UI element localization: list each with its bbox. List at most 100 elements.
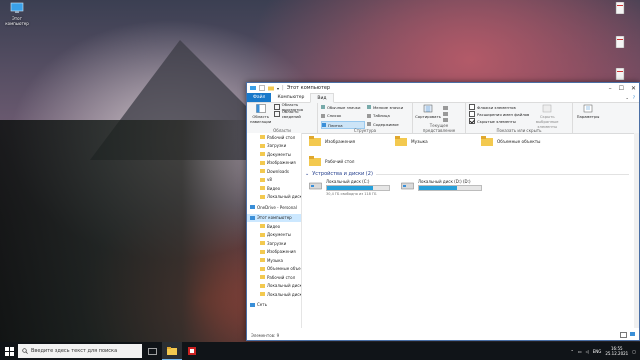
desktop-icon-file-2[interactable] [608,35,632,50]
options-button[interactable]: Параметры [576,104,600,132]
layout-details[interactable]: Таблица [367,113,411,119]
layout-content-label: Содержимое [373,121,399,127]
nav-item[interactable]: Документы [247,231,301,240]
start-button[interactable] [0,342,18,360]
minimize-icon[interactable]: – [609,85,612,92]
folder-item[interactable]: Изображения [309,133,395,149]
nav-item[interactable]: Документы [247,150,301,159]
nav-item[interactable]: Загрузки [247,239,301,248]
folder-icon [481,136,493,146]
nav-item[interactable]: Объемные объекты [247,265,301,274]
nav-folder-icon [250,302,255,307]
nav-folder-icon [260,186,265,191]
current-view-group-label: Текущее представление [422,123,456,133]
hidden-items-toggle[interactable]: Скрытые элементы [469,118,529,124]
nav-item[interactable]: Локальный диск (C [247,282,301,291]
tab-file[interactable]: Файл [247,93,272,102]
language-indicator[interactable]: ENG [593,349,602,354]
group-by-icon[interactable] [443,106,448,110]
devices-section-header[interactable]: ⌄ Устройства и диски (2) [305,171,639,177]
chevron-down-icon[interactable]: ⌄ [305,171,309,177]
nav-item[interactable]: Сеть [247,301,301,310]
task-view-button[interactable] [142,342,162,360]
nav-item[interactable]: OneDrive - Personal [247,203,301,212]
item-checkboxes-toggle[interactable]: Флажки элементов [469,104,529,110]
nav-folder-icon [260,283,265,288]
large-icons-view-icon[interactable] [630,332,635,336]
file-extensions-checkbox[interactable] [469,111,475,117]
item-checkboxes-checkbox[interactable] [469,104,475,110]
taskbar-search[interactable]: Введите здесь текст для поиска [18,344,142,358]
help-icon[interactable]: ? [633,95,635,100]
nav-folder-icon [260,152,265,157]
volume-icon[interactable]: ◁ [586,349,589,354]
properties-icon[interactable] [259,85,265,91]
nav-item[interactable]: Локальный диск (D [247,193,301,202]
nav-item-label: Рабочий стол [267,274,296,280]
scrollbar[interactable] [634,133,639,328]
nav-item[interactable]: Локальный диск (D [247,290,301,299]
quick-access-chevron-icon[interactable]: ▾ [277,86,279,91]
nav-item[interactable]: Рабочий стол [247,133,301,142]
taskbar-app[interactable] [182,342,202,360]
notifications-icon[interactable]: ▢ [632,349,636,354]
close-icon[interactable]: ✕ [631,85,636,92]
status-bar: Элементов: 9 [247,330,639,340]
folder-item[interactable]: Рабочий стол [309,153,395,169]
network-icon[interactable]: ▭ [578,349,582,354]
nav-item-label: Локальный диск (D [267,291,302,297]
folder-item[interactable]: Объемные объекты [481,133,567,149]
desktop-icon-file[interactable] [608,1,632,16]
details-pane-button[interactable]: Область сведений [274,109,314,119]
drive-item[interactable]: Локальный диск (D:) (D:) [401,179,482,196]
nav-item[interactable]: Изображения [247,248,301,257]
layout-details-icon [367,113,371,118]
details-view-icon[interactable] [620,332,627,338]
collapse-ribbon-icon[interactable]: ⌄ [626,95,629,100]
content-area: Изображения Музыка Объемные объекты Рабочий… [303,133,639,328]
nav-item-label: Downloads [267,168,289,174]
nav-item-label: Рабочий стол [267,134,296,140]
clock-date: 25.12.2021 [605,351,629,356]
nav-item[interactable]: v8 [247,176,301,185]
drive-item[interactable]: Локальный диск (C:) 30,4 ГБ свободно из 1… [309,179,390,196]
options-label: Параметры [576,114,600,119]
devices-section-title: Устройства и диски (2) [312,171,373,177]
desktop-icon-file-3[interactable] [608,67,632,82]
nav-item[interactable]: Рабочий стол [247,273,301,282]
hide-selected-label: Скрыть выбранные элементы [535,114,559,129]
nav-item[interactable]: Этот компьютер [247,213,301,222]
nav-item[interactable]: Видео [247,222,301,231]
nav-item[interactable]: Изображения [247,159,301,168]
desktop-icon-this-pc[interactable]: Этот компьютер [1,2,33,26]
nav-item[interactable]: Видео [247,184,301,193]
nav-folder-icon [260,177,265,182]
add-columns-icon[interactable] [443,112,448,116]
nav-item[interactable]: Downloads [247,167,301,176]
taskbar-explorer[interactable] [162,342,182,360]
nav-folder-icon [260,143,265,148]
folder-item[interactable]: Музыка [395,133,481,149]
tray-chevron-icon[interactable]: ⌃ [570,349,573,354]
nav-item[interactable]: Загрузки [247,142,301,151]
layout-list[interactable]: Список [321,113,365,119]
size-columns-icon[interactable] [443,118,448,122]
folder-label: Изображения [325,138,356,144]
layout-normal-icons[interactable]: Обычные значки [321,104,365,110]
nav-item-label: Видео [267,223,281,229]
layout-list-label: Список [327,113,342,119]
maximize-icon[interactable]: ☐ [619,85,624,92]
tab-computer[interactable]: Компьютер [271,93,310,102]
clock[interactable]: 16:55 25.12.2021 [605,346,628,356]
file-extensions-toggle[interactable]: Расширения имен файлов [469,111,529,117]
show-hide-group: Флажки элементов Расширения имен файлов … [466,103,573,133]
new-folder-icon[interactable] [268,85,274,91]
layout-content[interactable]: Содержимое [367,121,411,127]
layout-small-icons[interactable]: Мелкие значки [367,104,411,110]
title-bar[interactable]: ▾ | Этот компьютер – ☐ ✕ [247,83,639,93]
search-icon [22,348,28,354]
nav-folder-icon [250,205,255,210]
hidden-items-checkbox[interactable] [469,118,475,124]
nav-item[interactable]: Музыка [247,256,301,265]
nav-item-label: Документы [267,232,291,238]
